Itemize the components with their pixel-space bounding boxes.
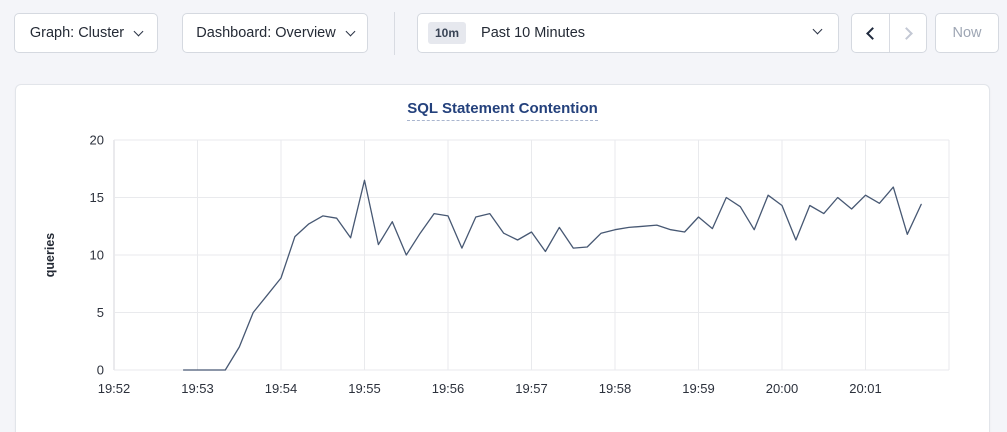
graph-dropdown-label: Graph: Cluster [30, 25, 124, 41]
chevron-down-icon [345, 26, 355, 36]
chevron-down-icon [134, 26, 144, 36]
y-tick-label: 5 [97, 305, 104, 320]
y-tick-label: 0 [97, 363, 104, 378]
panel-title-row: SQL Statement Contention [16, 100, 989, 124]
chevron-right-icon [900, 27, 913, 40]
toolbar-divider [394, 12, 395, 55]
now-button[interactable]: Now [935, 13, 999, 53]
time-forward-button[interactable] [889, 14, 926, 52]
graph-dropdown[interactable]: Graph: Cluster [14, 13, 158, 53]
time-nav-group [851, 13, 927, 53]
dashboard-dropdown[interactable]: Dashboard: Overview [182, 13, 368, 53]
y-tick-label: 15 [90, 190, 104, 205]
y-tick-label: 10 [90, 248, 104, 263]
x-tick-label: 20:00 [766, 381, 799, 396]
toolbar: Graph: Cluster Dashboard: Overview 10m P… [0, 0, 1007, 70]
y-tick-label: 20 [90, 133, 104, 148]
x-tick-label: 19:58 [599, 381, 632, 396]
dashboard-dropdown-label: Dashboard: Overview [196, 25, 335, 41]
page: { "toolbar": { "graph_dropdown_label": "… [0, 0, 1007, 432]
time-back-button[interactable] [852, 14, 889, 52]
chart-panel: SQL Statement Contention 0 5 10 15 20 19:52 19… [15, 84, 990, 432]
time-range-badge: 10m [428, 22, 466, 44]
y-axis-label: queries [43, 233, 57, 278]
x-tick-label: 19:52 [98, 381, 131, 396]
x-tick-label: 19:57 [515, 381, 548, 396]
now-button-label: Now [952, 25, 981, 41]
x-tick-label: 19:56 [432, 381, 465, 396]
time-range-picker[interactable]: 10m Past 10 Minutes [417, 13, 839, 53]
time-range-label: Past 10 Minutes [481, 25, 585, 41]
chevron-down-icon [813, 25, 823, 35]
x-tick-label: 19:53 [181, 381, 214, 396]
x-tick-label: 19:55 [348, 381, 381, 396]
x-tick-label: 19:59 [682, 381, 715, 396]
chart-area: 0 5 10 15 20 19:52 19:53 19:54 19:55 19:56 19:57 19… [16, 129, 991, 429]
x-tick-label: 19:54 [265, 381, 298, 396]
sql-contention-line-chart[interactable]: 0 5 10 15 20 19:52 19:53 19:54 19:55 19:56 19:57 19… [16, 129, 991, 429]
chart-title[interactable]: SQL Statement Contention [407, 100, 598, 121]
x-tick-label: 20:01 [849, 381, 882, 396]
chevron-left-icon [866, 27, 879, 40]
series-line-queries [184, 180, 922, 370]
